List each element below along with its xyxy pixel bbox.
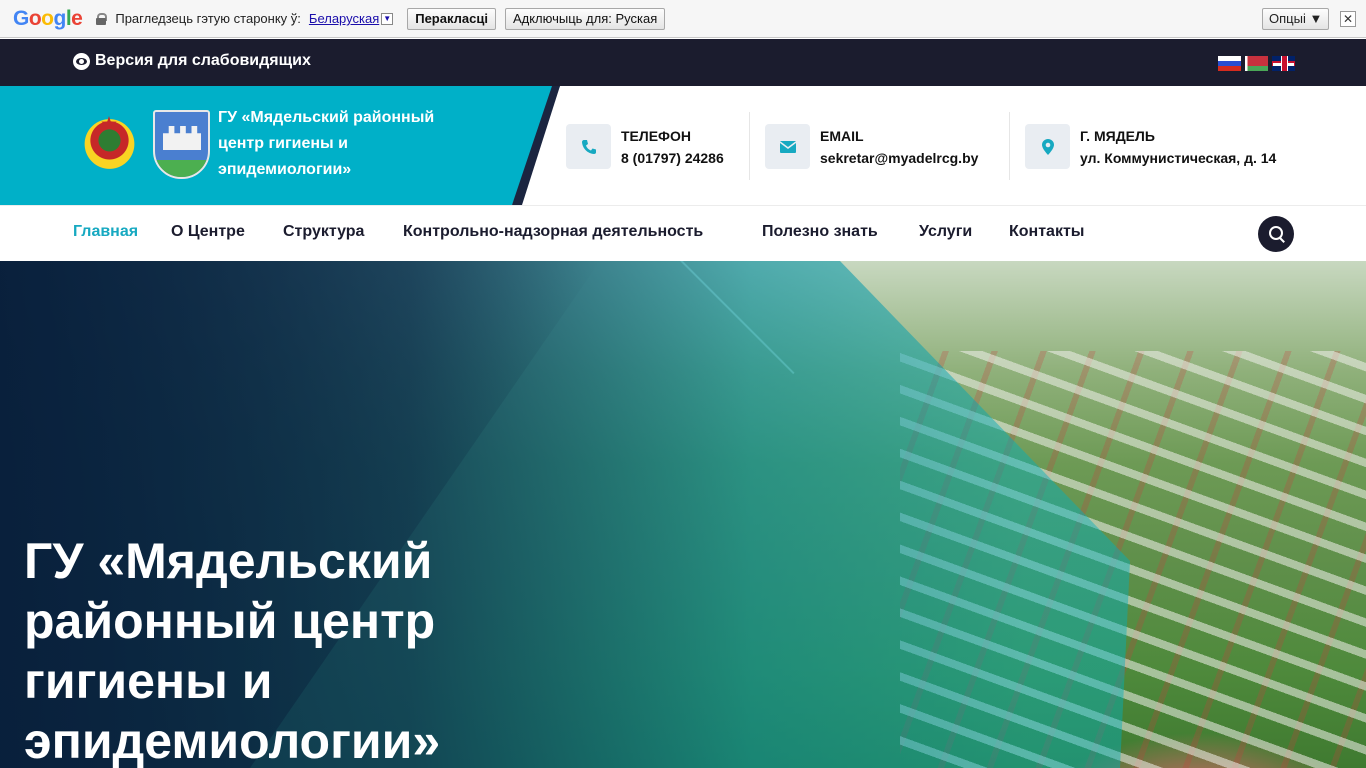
contact-label: Г. МЯДЕЛЬ: [1080, 127, 1155, 144]
contact-address[interactable]: Г. МЯДЕЛЬ ул. Коммунистическая, д. 14: [1025, 124, 1276, 169]
nav-item-useful[interactable]: Полезно знать: [762, 223, 878, 241]
options-button[interactable]: Опцыі ▼: [1262, 8, 1330, 30]
contact-label: EMAIL: [820, 127, 864, 144]
site-title[interactable]: ГУ «Мядельский районный центр гигиены и …: [218, 105, 478, 183]
translate-prompt: Прагледзець гэтую старонку ў:: [115, 11, 301, 26]
street-address: ул. Коммунистическая, д. 14: [1080, 149, 1277, 166]
chevron-down-icon[interactable]: ▼: [381, 12, 394, 25]
eye-icon: [73, 52, 90, 70]
top-bar: Версия для слабовидящих: [0, 39, 1366, 86]
google-logo: Google: [13, 6, 83, 30]
search-icon[interactable]: [1258, 216, 1294, 252]
language-select[interactable]: Беларуская: [309, 11, 379, 26]
lock-icon: [96, 12, 108, 25]
low-vision-link[interactable]: Версия для слабовидящих: [73, 52, 311, 70]
low-vision-label: Версия для слабовидящих: [95, 52, 311, 69]
contact-label: ТЕЛЕФОН: [621, 127, 691, 144]
nav-item-contacts[interactable]: Контакты: [1009, 223, 1084, 241]
contact-phone[interactable]: ТЕЛЕФОН 8 (01797) 24286: [566, 124, 724, 169]
nav-item-supervision[interactable]: Контрольно-надзорная деятельность: [403, 223, 703, 241]
translate-bar: Google Прагледзець гэтую старонку ў: Бел…: [0, 0, 1366, 38]
nav-item-home[interactable]: Главная: [73, 223, 138, 241]
main-nav: Главная О Центре Структура Контрольно-на…: [0, 205, 1366, 261]
site-header: ГУ «Мядельский районный центр гигиены и …: [0, 86, 1366, 205]
myadel-coat-of-arms-icon[interactable]: [153, 110, 210, 179]
hero-title: ГУ «Мядельский районный центр гигиены и …: [24, 533, 441, 768]
hero-banner: ГУ «Мядельский районный центр гигиены и …: [0, 261, 1366, 768]
belarus-emblem-icon[interactable]: [73, 108, 146, 180]
nav-item-structure[interactable]: Структура: [283, 223, 364, 241]
close-icon[interactable]: ✕: [1340, 11, 1356, 27]
map-marker-icon: [1025, 124, 1070, 169]
divider: [1009, 112, 1010, 180]
translate-button[interactable]: Перакласці: [407, 7, 496, 30]
contact-email[interactable]: EMAIL sekretar@myadelrcg.by: [765, 124, 978, 169]
flag-ru-icon[interactable]: [1218, 56, 1241, 71]
nav-item-about[interactable]: О Центре: [171, 223, 245, 241]
phone-number[interactable]: 8 (01797) 24286: [621, 150, 724, 166]
flag-en-icon[interactable]: [1272, 56, 1295, 71]
disable-translation-button[interactable]: Адключыць для: Руская: [504, 7, 666, 30]
language-flags: [1218, 56, 1295, 71]
divider: [749, 112, 750, 180]
phone-icon: [566, 124, 611, 169]
email-address[interactable]: sekretar@myadelrcg.by: [820, 150, 978, 166]
flag-by-icon[interactable]: [1245, 56, 1268, 71]
envelope-icon: [765, 124, 810, 169]
nav-item-services[interactable]: Услуги: [919, 223, 972, 241]
